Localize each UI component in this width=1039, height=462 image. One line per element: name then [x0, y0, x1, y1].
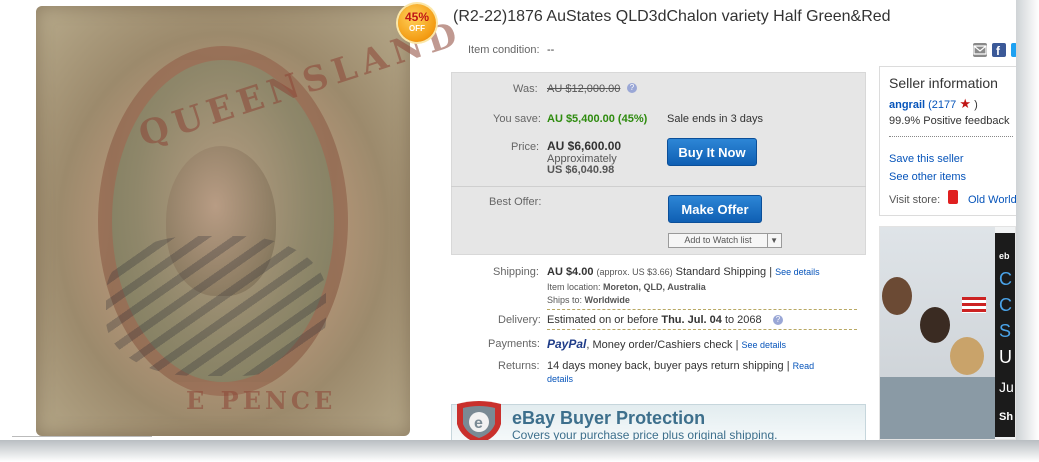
seller-line: angrail (2177 ★ ) [889, 96, 978, 112]
shipping-see-details-link[interactable]: See details [775, 267, 820, 277]
ad-flag [962, 297, 986, 313]
delivery-top-divider [547, 309, 857, 310]
seller-feedback-close: ) [974, 99, 978, 111]
listing-page: QUEENSLAND E PENCE 45% OFF (R2-22)1876 A… [0, 0, 1039, 462]
delivery-label: Delivery: [498, 314, 541, 326]
delivery-line: Estimated on or before Thu. Jul. 04 to 2… [547, 314, 762, 326]
payments-sep: | [735, 339, 739, 351]
email-icon[interactable] [973, 43, 987, 57]
ad-letter: C [999, 295, 1012, 315]
page-shadow-right [1016, 0, 1039, 462]
seller-feedback-count[interactable]: (2177 [928, 99, 956, 111]
ad-person [920, 307, 950, 343]
shipping-cost: AU $4.00 [547, 266, 594, 278]
item-title: (R2-22)1876 AuStates QLD3dChalon variety… [453, 8, 891, 25]
make-offer-button[interactable]: Make Offer [668, 195, 762, 223]
returns-sep: | [786, 360, 790, 372]
svg-text:e: e [474, 415, 483, 432]
best-offer-label: Best Offer: [489, 196, 542, 208]
seller-positive-feedback: 99.9% Positive feedback [889, 115, 1010, 127]
ad-person [882, 277, 912, 315]
payments-other: , Money order/Cashiers check [586, 339, 733, 351]
price-label: Price: [511, 141, 540, 153]
item-location-label: Item location: [547, 282, 601, 292]
ad-letter: C [999, 269, 1012, 289]
ad-letter: Ju [999, 379, 1014, 395]
chevron-down-icon[interactable]: ▼ [770, 236, 778, 245]
ad-letter: S [999, 321, 1012, 341]
ad-brand: eb [999, 251, 1010, 261]
shipping-approx: (approx. US $3.66) [596, 267, 673, 277]
paypal-logo: PayPal [547, 337, 587, 351]
delivery-prefix: Estimated on or before [547, 314, 659, 326]
stamp-cancellation [106, 236, 326, 376]
item-condition-value: -- [547, 44, 555, 56]
discount-badge: 45% OFF [398, 4, 436, 42]
ad-panel: eb C C S U Ju Sh [995, 233, 1015, 437]
seller-heading: Seller information [889, 75, 998, 91]
ships-to: Ships to: Worldwide [547, 295, 630, 305]
you-save-value: AU $5,400.00 (45%) [547, 113, 648, 125]
returns-line: 14 days money back, buyer pays return sh… [547, 360, 814, 372]
ad-person [950, 337, 984, 375]
stamp-image[interactable]: QUEENSLAND E PENCE [36, 6, 467, 436]
discount-off: OFF [409, 24, 425, 33]
sale-ends: Sale ends in 3 days [667, 113, 764, 125]
shield-icon: e [457, 401, 501, 444]
price-divider [451, 186, 866, 187]
discount-percent: 45% [404, 10, 430, 24]
ad-letter: U [999, 347, 1012, 367]
you-save-label: You save: [493, 113, 541, 125]
ad-banner[interactable]: eb C C S U Ju Sh [879, 226, 1016, 440]
facebook-icon[interactable]: f [992, 43, 1006, 58]
payments-label: Payments: [488, 338, 540, 350]
seller-divider [889, 136, 1013, 137]
shipping-label: Shipping: [493, 266, 539, 278]
watch-list-label: Add to Watch list [669, 234, 768, 247]
star-icon: ★ [959, 96, 971, 111]
svg-text:f: f [996, 44, 1001, 57]
ad-letter: Sh [999, 411, 1014, 423]
delivery-suffix: to 2068 [724, 314, 762, 326]
price-value: AU $6,600.00 [547, 139, 622, 153]
save-seller-link[interactable]: Save this seller [889, 153, 964, 165]
delivery-bottom-divider [547, 329, 857, 330]
item-location-value: Moreton, QLD, Australia [603, 282, 706, 292]
returns-details-link[interactable]: details [547, 374, 573, 384]
shipping-method: Standard Shipping [675, 266, 767, 278]
store-icon [948, 190, 958, 204]
shipping-sep: | [769, 266, 773, 278]
returns-read-link[interactable]: Read [793, 361, 815, 371]
info-icon[interactable]: ? [627, 83, 637, 93]
ships-to-label: Ships to: [547, 295, 583, 305]
seller-name-link[interactable]: angrail [889, 99, 925, 111]
returns-label: Returns: [498, 360, 540, 372]
price-panel [451, 72, 866, 255]
item-location: Item location: Moreton, QLD, Australia [547, 282, 706, 292]
returns-text: 14 days money back, buyer pays return sh… [547, 360, 784, 372]
see-other-items-link[interactable]: See other items [889, 171, 966, 183]
stamp-bottom-text: E PENCE [186, 386, 337, 415]
approx-value: US $6,040.98 [547, 164, 615, 176]
store-link[interactable]: Old World [968, 194, 1017, 206]
ships-to-value: Worldwide [584, 295, 630, 305]
ad-photo [880, 227, 995, 439]
buy-it-now-button[interactable]: Buy It Now [667, 138, 757, 166]
was-price: AU $12,000.00 [547, 83, 621, 95]
was-label: Was: [513, 83, 538, 95]
payments-line: PayPal, Money order/Cashiers check | See… [547, 337, 786, 351]
payments-see-details-link[interactable]: See details [741, 340, 786, 350]
item-condition-label: Item condition: [468, 44, 540, 56]
visit-store-label: Visit store: [889, 194, 941, 206]
delivery-info-icon[interactable]: ? [773, 315, 783, 325]
shipping-line: AU $4.00 (approx. US $3.66) Standard Shi… [547, 266, 820, 278]
ad-ground [880, 377, 995, 439]
page-shadow-bottom [0, 440, 1039, 462]
add-to-watch-list-button[interactable]: Add to Watch list ▼ [668, 233, 782, 248]
delivery-date: Thu. Jul. 04 [661, 314, 722, 326]
buyer-protection-title: eBay Buyer Protection [512, 408, 706, 428]
